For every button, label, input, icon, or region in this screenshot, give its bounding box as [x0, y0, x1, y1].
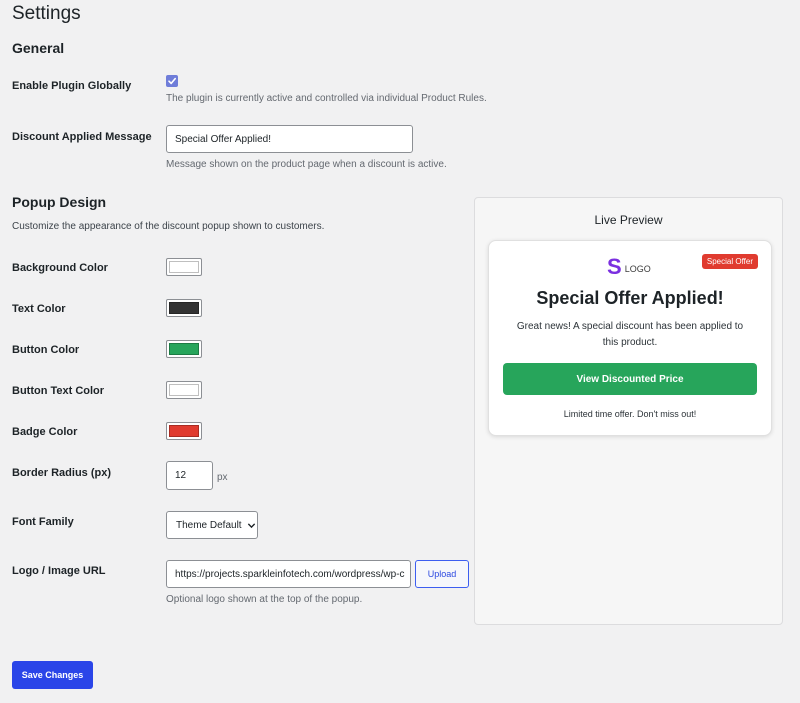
- preview-logo: S LOGO: [607, 256, 651, 278]
- preview-popup: S LOGO Special Offer Special Offer Appli…: [488, 240, 772, 436]
- upload-button[interactable]: Upload: [415, 560, 469, 588]
- logo-url-input[interactable]: https://projects.sparkleinfotech.com/wor…: [166, 560, 411, 588]
- text-color-picker[interactable]: [166, 299, 202, 317]
- preview-logo-text: LOGO: [624, 263, 651, 274]
- discount-message-input[interactable]: Special Offer Applied!: [166, 125, 413, 153]
- text-color-label: Text Color: [12, 303, 66, 315]
- background-color-picker[interactable]: [166, 258, 202, 276]
- popup-design-description: Customize the appearance of the discount…: [12, 221, 325, 232]
- enable-plugin-checkbox[interactable]: [166, 75, 178, 87]
- badge-color-picker[interactable]: [166, 422, 202, 440]
- button-color-label: Button Color: [12, 344, 80, 356]
- badge-color-label: Badge Color: [12, 426, 78, 438]
- preview-button: View Discounted Price: [503, 363, 757, 395]
- chevron-down-icon: [247, 522, 255, 528]
- preview-footer: Limited time offer. Don't miss out!: [563, 409, 697, 419]
- badge-color-swatch: [169, 425, 199, 437]
- general-section-title: General: [12, 40, 65, 56]
- discount-message-label: Discount Applied Message: [12, 131, 152, 143]
- logo-url-description: Optional logo shown at the top of the po…: [166, 594, 363, 605]
- background-color-swatch: [169, 261, 199, 273]
- preview-body: Great news! A special discount has been …: [516, 321, 744, 348]
- border-radius-input[interactable]: 12: [166, 461, 213, 490]
- check-icon: [168, 77, 176, 85]
- enable-plugin-label: Enable Plugin Globally: [12, 80, 132, 92]
- enable-plugin-description: The plugin is currently active and contr…: [166, 93, 487, 104]
- button-color-picker[interactable]: [166, 340, 202, 358]
- discount-message-description: Message shown on the product page when a…: [166, 159, 447, 170]
- live-preview-title: Live Preview: [594, 213, 663, 227]
- preview-heading: Special Offer Applied!: [536, 288, 724, 308]
- font-family-label: Font Family: [12, 516, 74, 528]
- preview-logo-mark: S: [607, 254, 622, 279]
- button-color-swatch: [169, 343, 199, 355]
- background-color-label: Background Color: [12, 262, 108, 274]
- border-radius-unit: px: [217, 472, 228, 483]
- font-family-select[interactable]: Theme Default: [166, 511, 258, 539]
- font-family-selected: Theme Default: [176, 519, 242, 531]
- text-color-swatch: [169, 302, 199, 314]
- page-title: Settings: [12, 3, 81, 24]
- save-changes-button[interactable]: Save Changes: [12, 661, 93, 689]
- border-radius-label: Border Radius (px): [12, 467, 112, 479]
- logo-url-label: Logo / Image URL: [12, 565, 106, 577]
- popup-design-section-title: Popup Design: [12, 194, 107, 210]
- preview-badge: Special Offer: [701, 254, 758, 269]
- button-text-color-picker[interactable]: [166, 381, 202, 399]
- live-preview-panel: Live Preview S LOGO Special Offer Specia…: [474, 197, 783, 625]
- button-text-color-swatch: [169, 384, 199, 396]
- button-text-color-label: Button Text Color: [12, 385, 105, 397]
